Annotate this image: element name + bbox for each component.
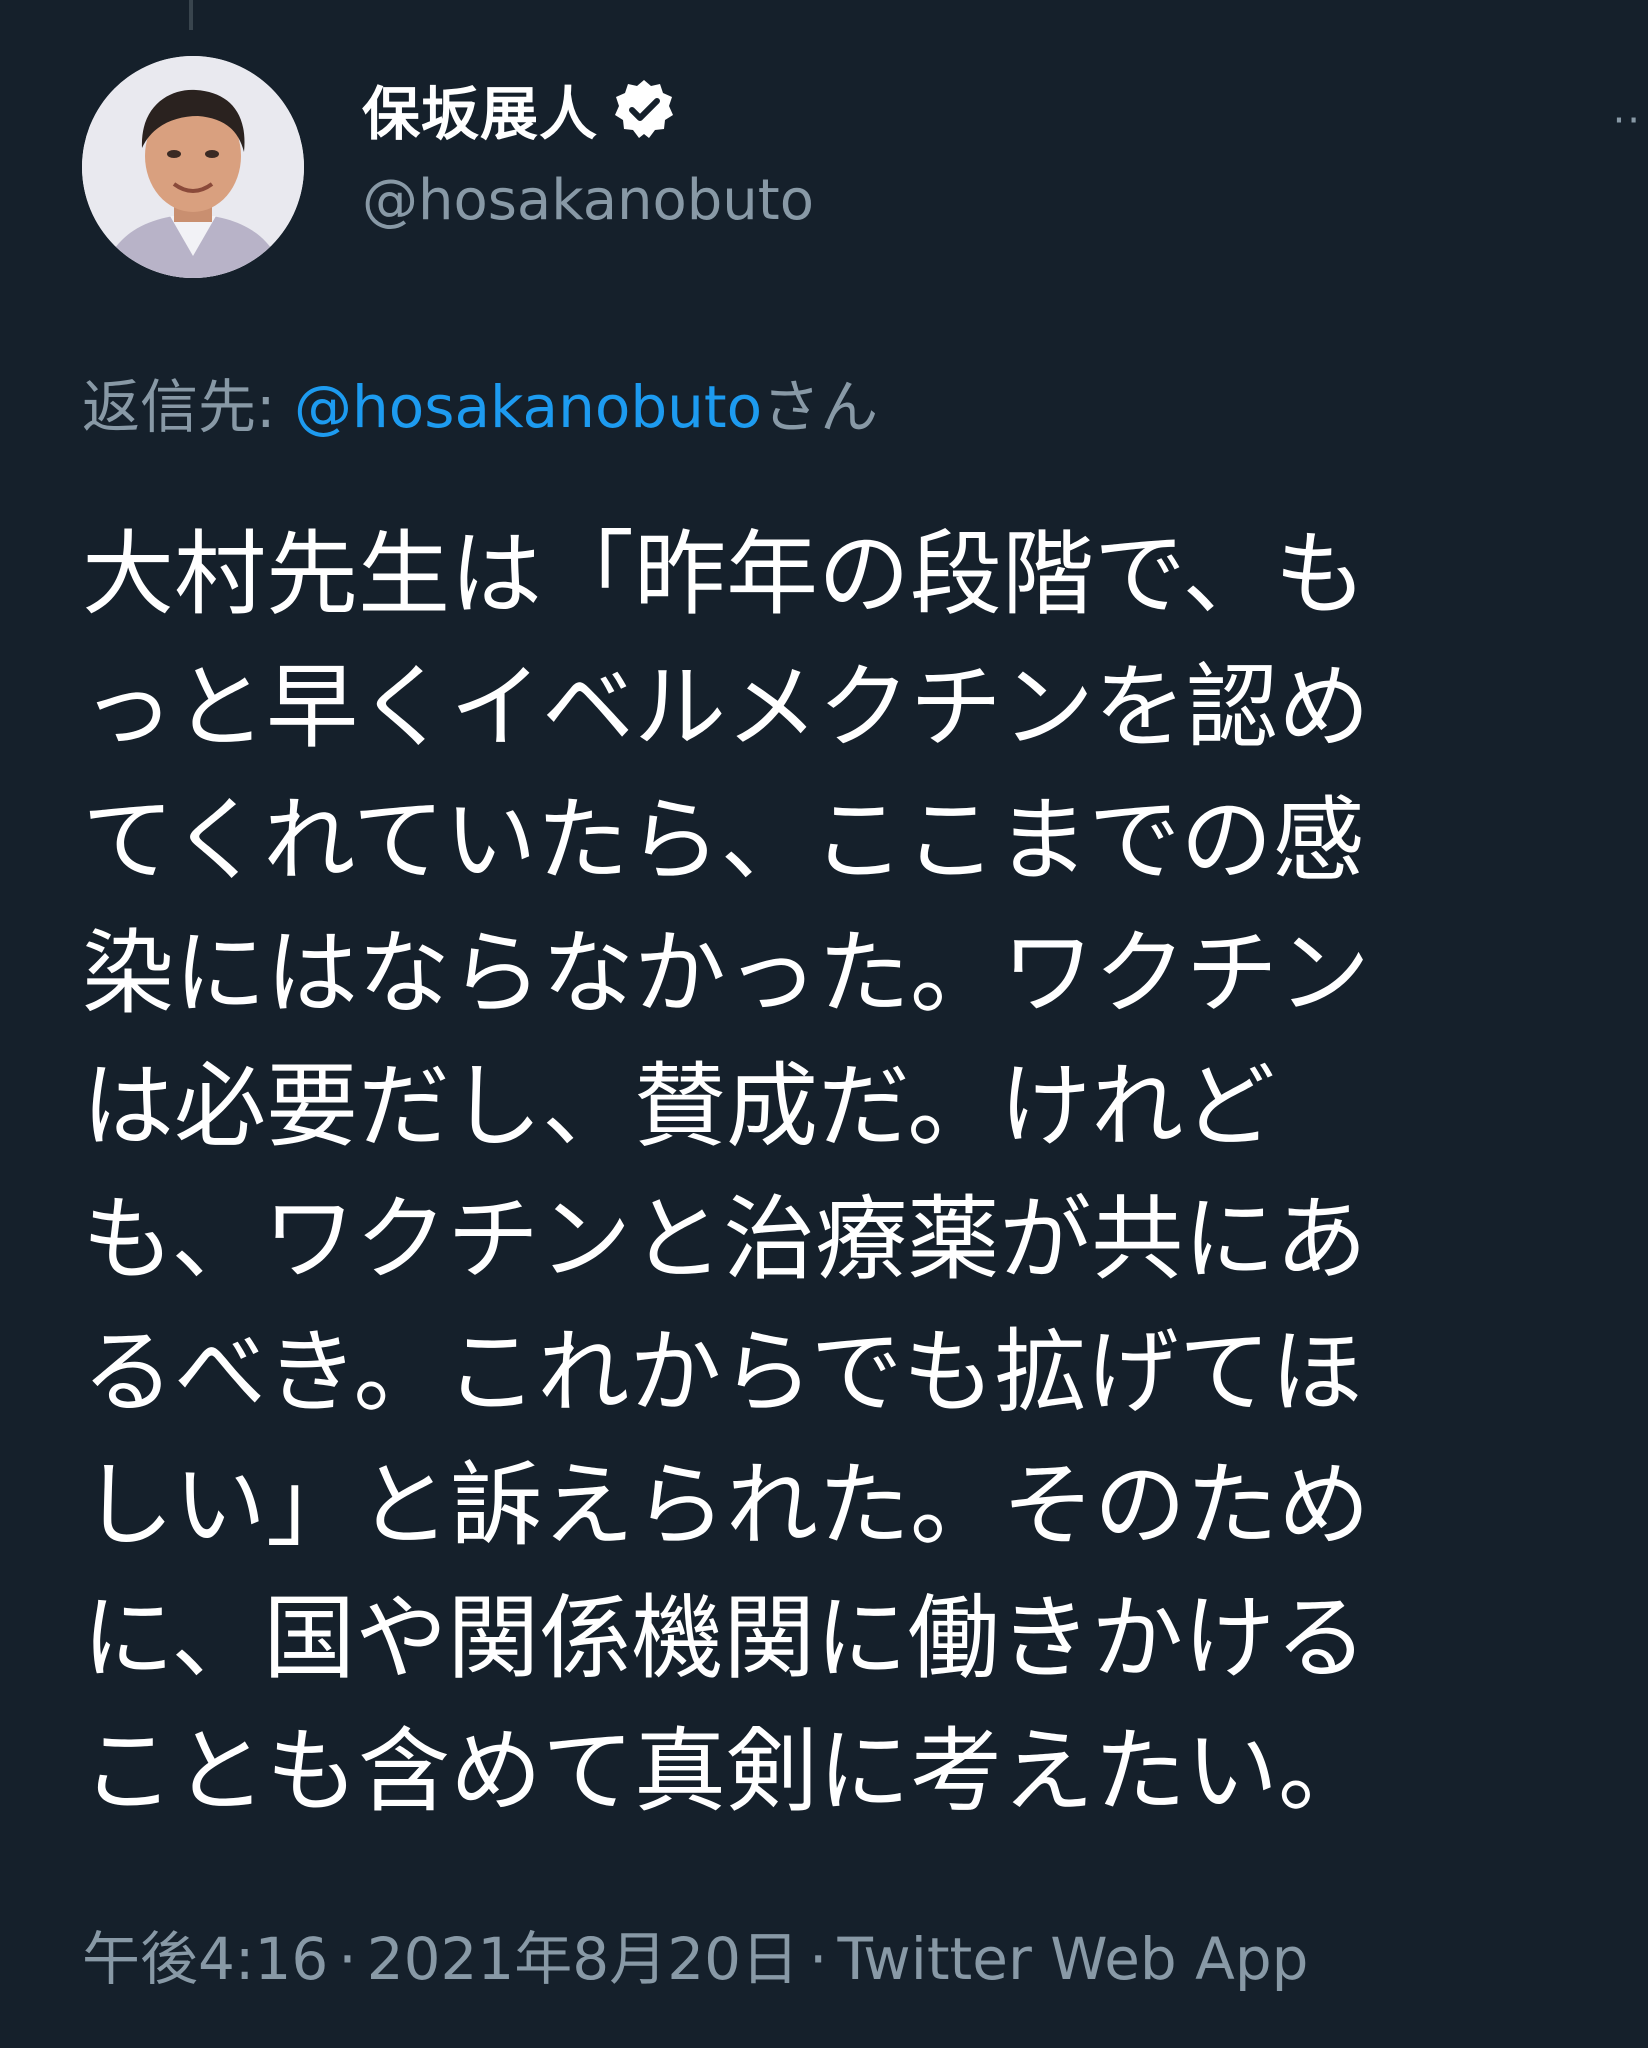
tweet-date[interactable]: 2021年8月20日 bbox=[367, 1925, 799, 1993]
tweet-text-line: も、ワクチンと治療薬が共にあ bbox=[82, 1186, 1368, 1293]
more-options-icon[interactable]: ·· bbox=[1613, 98, 1642, 144]
verified-badge-icon bbox=[612, 77, 676, 141]
tweet-text-line: は必要だし、賛成だ。けれど bbox=[82, 1053, 1276, 1160]
tweet-text-line: っと早くイベルメクチンを認め bbox=[82, 654, 1371, 761]
avatar[interactable] bbox=[82, 56, 304, 278]
author-name-row: 保坂展人 bbox=[362, 66, 676, 152]
meta-separator: · bbox=[809, 1925, 828, 1993]
tweet-text-line: てくれていたら、ここまでの感 bbox=[82, 787, 1365, 894]
author-handle[interactable]: @hosakanobuto bbox=[362, 168, 814, 233]
reply-context: 返信先: @hosakanobutoさん bbox=[82, 360, 878, 444]
tweet-text-line: ことも含めて真剣に考えたい。 bbox=[82, 1718, 1371, 1825]
thread-connector-line bbox=[189, 0, 193, 30]
tweet-time[interactable]: 午後4:16 bbox=[82, 1925, 328, 1993]
reply-to-handle-link[interactable]: @hosakanobuto bbox=[294, 373, 762, 441]
tweet-text-line: るべき。これからでも拡げてほ bbox=[82, 1319, 1363, 1426]
tweet-text-line: 染にはならなかった。ワクチン bbox=[82, 920, 1371, 1027]
tweet-text-line: しい」と訴えられた。そのため bbox=[82, 1452, 1371, 1559]
tweet-source[interactable]: Twitter Web App bbox=[837, 1925, 1308, 1993]
tweet-text-line: に、国や関係機関に働きかける bbox=[82, 1585, 1368, 1692]
meta-separator: · bbox=[338, 1925, 357, 1993]
tweet-metadata: 午後4:16 · 2021年8月20日 · Twitter Web App bbox=[82, 1912, 1308, 1996]
tweet-text-line: 大村先生は「昨年の段階で、も bbox=[82, 521, 1367, 628]
reply-suffix: さん bbox=[762, 373, 879, 441]
author-display-name[interactable]: 保坂展人 bbox=[362, 67, 598, 151]
reply-prefix: 返信先: bbox=[82, 373, 294, 441]
tweet-text: 大村先生は「昨年の段階で、も っと早くイベルメクチンを認め てくれていたら、ここ… bbox=[82, 508, 1602, 1838]
avatar-photo-icon bbox=[82, 56, 304, 278]
